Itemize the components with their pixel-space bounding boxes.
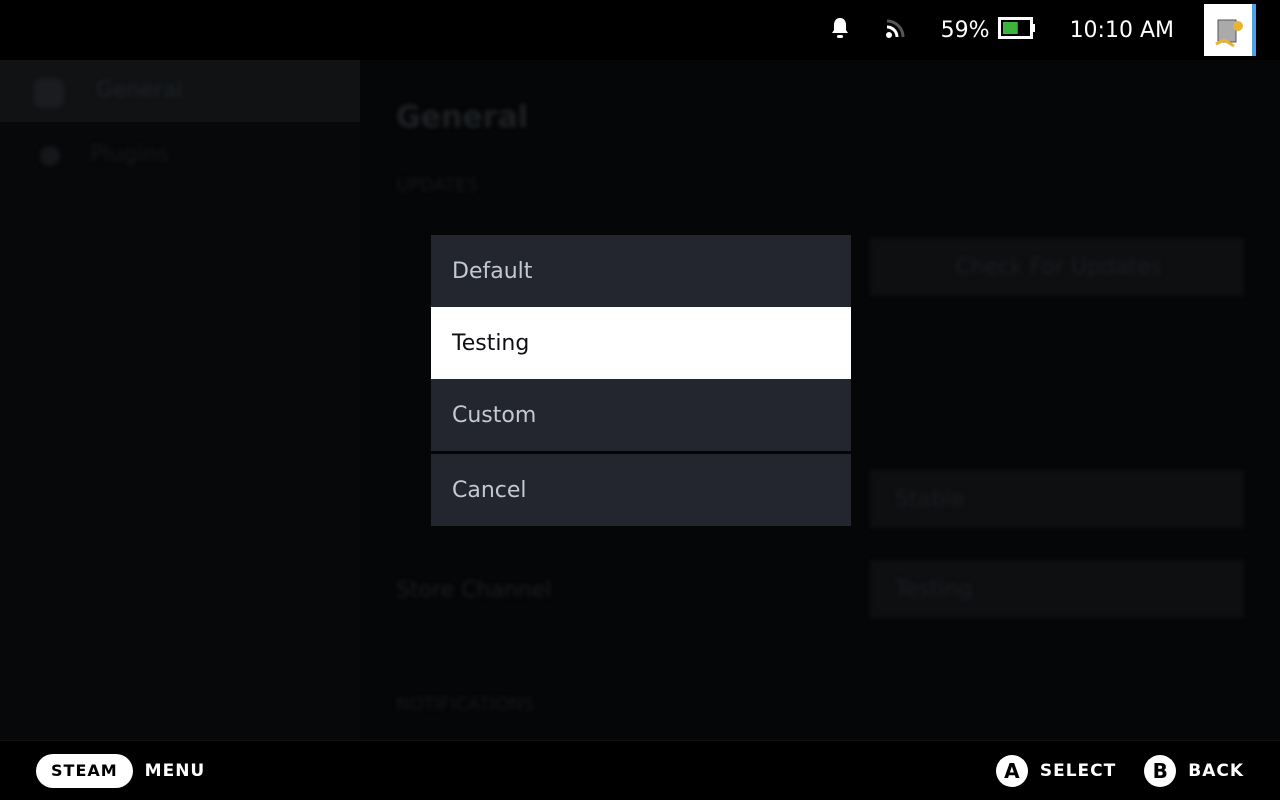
battery-icon	[997, 17, 1036, 43]
a-button-icon[interactable]: A	[995, 754, 1028, 787]
select-label: SELECT	[1039, 760, 1117, 781]
steam-button[interactable]: STEAM	[36, 753, 133, 788]
channel-dropdown-menu: Default Testing Custom Cancel	[431, 235, 851, 526]
sidebar-item-plugins[interactable]: Plugins	[90, 142, 169, 167]
b-button-icon[interactable]: B	[1144, 754, 1177, 787]
notifications-header: NOTIFICATIONS	[396, 694, 535, 715]
store-channel-label: Store Channel	[396, 578, 552, 603]
check-updates-label: Check For Updates	[955, 255, 1163, 280]
store-channel-value: Testing	[895, 577, 973, 602]
cancel-button[interactable]: Cancel	[431, 454, 851, 526]
avatar[interactable]	[1204, 4, 1256, 56]
clock: 10:10 AM	[1069, 17, 1174, 43]
footer-bar: STEAM MENU A SELECT B BACK	[0, 740, 1280, 800]
sidebar: General Plugins	[0, 60, 360, 740]
gear-icon	[34, 78, 64, 108]
updates-header: UPDATES	[396, 175, 479, 196]
menu-label: MENU	[144, 760, 206, 781]
bell-icon[interactable]	[829, 16, 851, 44]
option-testing[interactable]: Testing	[431, 307, 851, 379]
battery-percent: 59%	[940, 17, 990, 43]
option-default[interactable]: Default	[431, 235, 851, 307]
sidebar-item-general[interactable]: General	[96, 78, 183, 103]
update-channel-value: Stable	[895, 487, 965, 512]
back-label: BACK	[1188, 760, 1244, 781]
wifi-icon	[885, 17, 909, 43]
status-bar: 59% 10:10 AM	[0, 0, 1280, 60]
option-custom[interactable]: Custom	[431, 379, 851, 451]
page-title: General	[396, 100, 528, 135]
plug-icon	[40, 146, 60, 166]
